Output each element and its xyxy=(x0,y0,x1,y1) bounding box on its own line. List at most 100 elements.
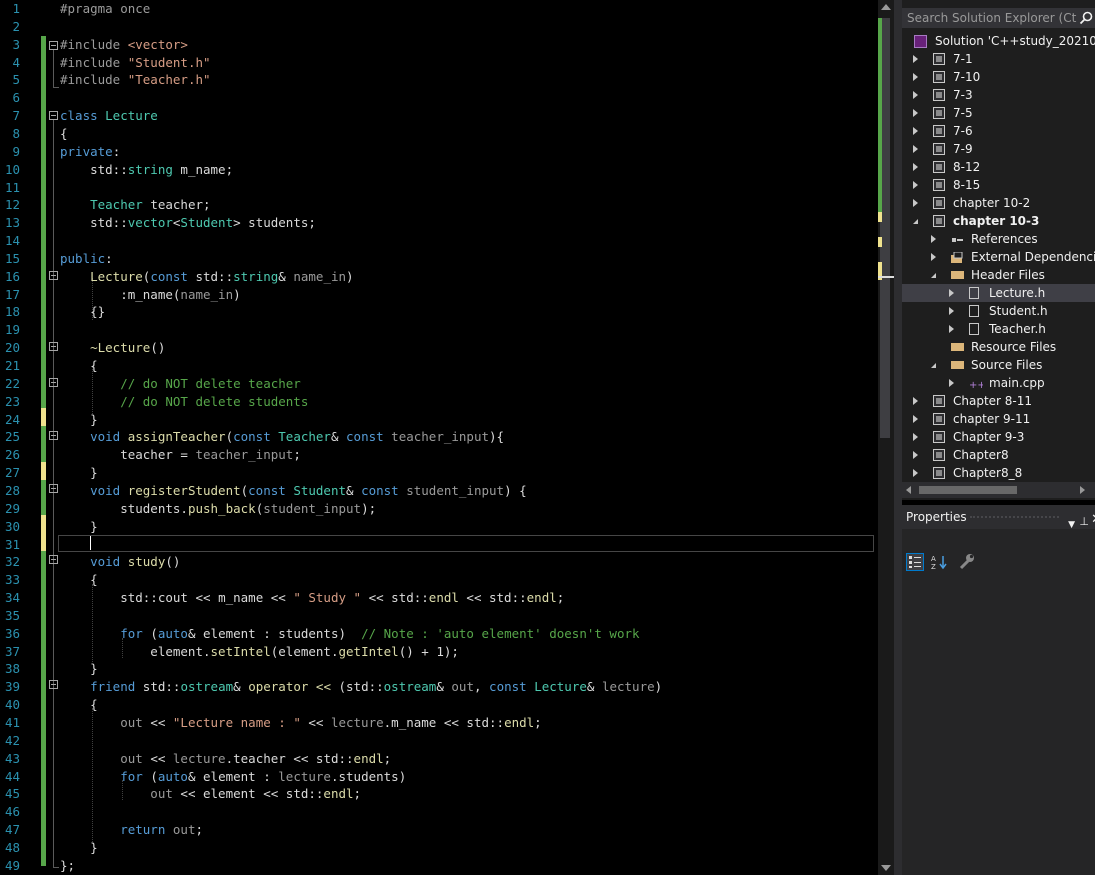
collapse-icon[interactable] xyxy=(49,378,58,387)
code-line[interactable]: { xyxy=(60,696,98,714)
collapsed-arrow-icon[interactable] xyxy=(913,451,918,459)
code-line[interactable]: #pragma once xyxy=(60,0,150,18)
code-line[interactable]: std::cout << m_name << " Study " << std:… xyxy=(60,589,564,607)
collapsed-arrow-icon[interactable] xyxy=(913,163,918,171)
code-line[interactable]: #include "Student.h" xyxy=(60,54,211,72)
wrench-icon[interactable] xyxy=(958,553,976,571)
collapse-icon[interactable] xyxy=(49,41,58,50)
tree-item[interactable]: 7-5 xyxy=(902,104,1095,122)
tree-item[interactable]: chapter 9-11 xyxy=(902,410,1095,428)
code-line[interactable]: Lecture(const std::string& name_in) xyxy=(60,268,353,286)
tree-item[interactable]: 7-10 xyxy=(902,68,1095,86)
collapsed-arrow-icon[interactable] xyxy=(949,307,954,315)
tree-item[interactable]: 8-12 xyxy=(902,158,1095,176)
tree-item[interactable]: 8-15 xyxy=(902,176,1095,194)
tree-item[interactable]: chapter 10-3 xyxy=(902,212,1095,230)
scrollbar-thumb[interactable] xyxy=(919,486,1017,494)
code-line[interactable]: } xyxy=(60,660,98,678)
tree-item[interactable]: Teacher.h xyxy=(902,320,1095,338)
alphabetical-icon[interactable]: A Z xyxy=(930,553,948,571)
horizontal-scrollbar[interactable] xyxy=(902,482,1095,498)
tree-item[interactable]: Chapter8_8 xyxy=(902,464,1095,482)
panel-splitter[interactable] xyxy=(894,0,902,875)
tree-item[interactable]: 7-1 xyxy=(902,50,1095,68)
pin-icon[interactable]: ⊥ xyxy=(1079,510,1089,534)
collapsed-arrow-icon[interactable] xyxy=(913,415,918,423)
categorized-icon[interactable] xyxy=(906,553,924,571)
collapsed-arrow-icon[interactable] xyxy=(931,235,936,243)
scroll-right-icon[interactable] xyxy=(1080,486,1085,494)
vertical-scrollbar[interactable] xyxy=(878,0,894,875)
scroll-down-icon[interactable] xyxy=(881,865,891,871)
collapse-icon[interactable] xyxy=(49,555,58,564)
code-line[interactable]: #include "Teacher.h" xyxy=(60,71,211,89)
collapse-icon[interactable] xyxy=(49,431,58,440)
collapsed-arrow-icon[interactable] xyxy=(949,325,954,333)
code-line[interactable]: out << element << std::endl; xyxy=(60,785,361,803)
collapsed-arrow-icon[interactable] xyxy=(913,127,918,135)
collapse-icon[interactable] xyxy=(49,342,58,351)
tree-item[interactable]: Solution 'C++study_202109' (27 of 27 pro… xyxy=(902,32,1095,50)
expanded-arrow-icon[interactable] xyxy=(931,273,936,278)
expanded-arrow-icon[interactable] xyxy=(931,363,936,368)
code-line[interactable]: students.push_back(student_input); xyxy=(60,500,376,518)
collapse-icon[interactable] xyxy=(49,111,58,120)
collapsed-arrow-icon[interactable] xyxy=(949,289,954,297)
tree-item[interactable]: Resource Files xyxy=(902,338,1095,356)
code-line[interactable]: friend std::ostream& operator << (std::o… xyxy=(60,678,662,696)
tree-item[interactable]: 7-3 xyxy=(902,86,1095,104)
code-line[interactable]: std::string m_name; xyxy=(60,161,233,179)
tree-item[interactable]: chapter 10-2 xyxy=(902,194,1095,212)
collapsed-arrow-icon[interactable] xyxy=(913,109,918,117)
code-line[interactable]: { xyxy=(60,357,98,375)
code-line[interactable]: Teacher teacher; xyxy=(60,196,210,214)
code-line[interactable]: } xyxy=(60,464,98,482)
search-icon[interactable] xyxy=(1079,11,1093,25)
tree-item[interactable]: Source Files xyxy=(902,356,1095,374)
collapsed-arrow-icon[interactable] xyxy=(913,73,918,81)
code-line[interactable]: :m_name(name_in) xyxy=(60,286,240,304)
code-line[interactable]: public: xyxy=(60,250,113,268)
tree-item[interactable]: ++ main.cpp xyxy=(902,374,1095,392)
collapse-icon[interactable] xyxy=(49,484,58,493)
scroll-up-icon[interactable] xyxy=(881,4,891,10)
code-line[interactable]: std::vector<Student> students; xyxy=(60,214,316,232)
search-box[interactable] xyxy=(902,8,1095,28)
collapsed-arrow-icon[interactable] xyxy=(913,199,918,207)
collapsed-arrow-icon[interactable] xyxy=(913,433,918,441)
code-line[interactable]: void study() xyxy=(60,553,180,571)
code-line[interactable]: { xyxy=(60,571,98,589)
code-line[interactable]: {} xyxy=(60,303,105,321)
tree-item[interactable]: Lecture.h xyxy=(902,284,1095,302)
code-line[interactable]: class Lecture xyxy=(60,107,158,125)
expanded-arrow-icon[interactable] xyxy=(913,219,918,224)
code-editor[interactable]: 1 2 3 4 5 6 7 8 9 10 11 12 13 14 15 16 17 18 19 20 21 22 23 24 2… xyxy=(0,0,878,875)
code-line[interactable]: void registerStudent(const Student& cons… xyxy=(60,482,527,500)
tree-item[interactable]: Header Files xyxy=(902,266,1095,284)
code-line[interactable]: } xyxy=(60,518,98,536)
collapsed-arrow-icon[interactable] xyxy=(949,379,954,387)
code-line[interactable]: return out; xyxy=(60,821,203,839)
code-line[interactable]: // do NOT delete students xyxy=(60,393,308,411)
collapsed-arrow-icon[interactable] xyxy=(913,91,918,99)
code-line[interactable]: { xyxy=(60,125,68,143)
code-line[interactable]: out << "Lecture name : " << lecture.m_na… xyxy=(60,714,542,732)
code-line[interactable]: void assignTeacher(const Teacher& const … xyxy=(60,428,504,446)
code-line[interactable]: teacher = teacher_input; xyxy=(60,446,301,464)
code-line[interactable]: // do NOT delete teacher xyxy=(60,375,301,393)
code-line[interactable]: element.setIntel(element.getIntel() + 1)… xyxy=(60,643,459,661)
code-line[interactable]: } xyxy=(60,839,98,857)
collapsed-arrow-icon[interactable] xyxy=(913,181,918,189)
collapsed-arrow-icon[interactable] xyxy=(913,145,918,153)
code-line[interactable]: }; xyxy=(60,857,75,875)
code-line[interactable]: #include <vector> xyxy=(60,36,188,54)
code-line[interactable]: } xyxy=(60,411,98,429)
tree-item[interactable]: Chapter 9-3 xyxy=(902,428,1095,446)
dropdown-icon[interactable]: ▼ xyxy=(1068,513,1075,537)
collapsed-arrow-icon[interactable] xyxy=(913,469,918,477)
code-line[interactable]: ~Lecture() xyxy=(60,339,165,357)
search-input[interactable] xyxy=(904,8,1080,28)
code-line[interactable]: for (auto& element : lecture.students) xyxy=(60,768,406,786)
tree-item[interactable]: References xyxy=(902,230,1095,248)
tree-item[interactable]: Chapter 8-11 xyxy=(902,392,1095,410)
